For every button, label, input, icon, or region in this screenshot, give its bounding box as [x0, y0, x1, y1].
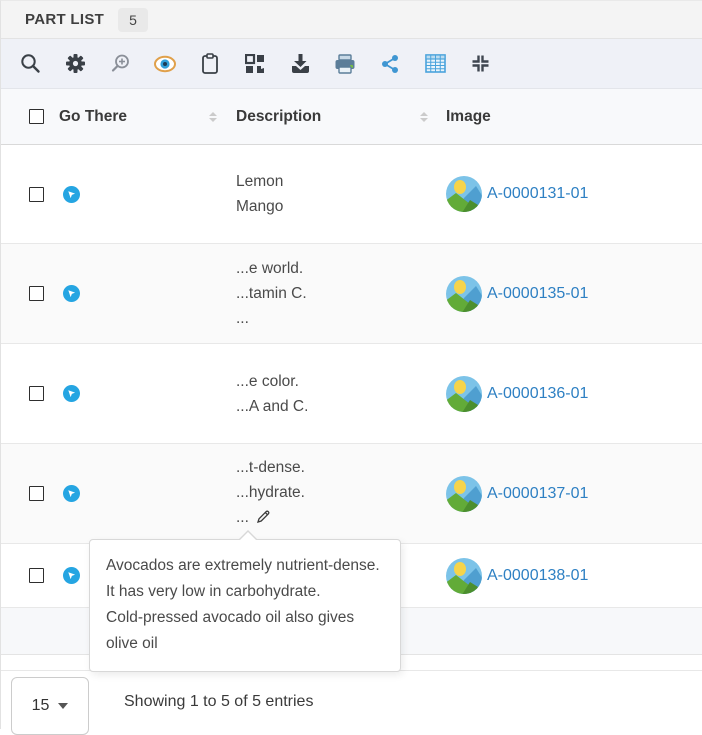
table-row: ...e world. ...tamin C. ... A-0000135-01: [1, 244, 702, 344]
image-thumbnail-icon[interactable]: [446, 376, 482, 412]
table-view-icon[interactable]: [421, 50, 449, 78]
chevron-down-icon: [58, 703, 68, 709]
description-cell: ...e color. ...A and C.: [236, 369, 308, 419]
image-link[interactable]: A-0000136-01: [487, 385, 588, 403]
image-link[interactable]: A-0000131-01: [487, 185, 588, 203]
description-cell: ...e world. ...tamin C. ...: [236, 256, 307, 331]
image-thumbnail-icon[interactable]: [446, 476, 482, 512]
image-thumbnail-icon[interactable]: [446, 558, 482, 594]
image-link[interactable]: A-0000137-01: [487, 485, 588, 503]
sort-icon[interactable]: [209, 112, 217, 122]
share-icon[interactable]: [376, 50, 404, 78]
description-tooltip: Avocados are extremely nutrient-dense. I…: [89, 539, 401, 672]
search-icon[interactable]: [16, 50, 44, 78]
row-checkbox[interactable]: [29, 286, 44, 301]
go-there-icon[interactable]: [63, 285, 80, 302]
description-cell: Lemon Mango: [236, 169, 283, 219]
print-icon[interactable]: [331, 50, 359, 78]
go-there-icon[interactable]: [63, 385, 80, 402]
download-icon[interactable]: [286, 50, 314, 78]
eye-visibility-icon[interactable]: [151, 50, 179, 78]
column-header-go-there[interactable]: Go There: [59, 108, 127, 126]
page-size-value: 15: [32, 697, 50, 715]
go-there-icon[interactable]: [63, 567, 80, 584]
go-there-icon[interactable]: [63, 186, 80, 203]
page-title: PART LIST: [25, 11, 104, 28]
column-header-image: Image: [446, 108, 491, 126]
column-header-description[interactable]: Description: [236, 108, 321, 126]
sort-icon[interactable]: [420, 112, 428, 122]
row-checkbox[interactable]: [29, 187, 44, 202]
image-link[interactable]: A-0000138-01: [487, 567, 588, 585]
edit-pencil-icon[interactable]: [256, 507, 271, 532]
panel-header: PART LIST 5: [1, 1, 702, 39]
row-checkbox[interactable]: [29, 568, 44, 583]
go-there-icon[interactable]: [63, 485, 80, 502]
count-badge: 5: [118, 8, 148, 32]
table-row: ...t-dense. ...hydrate. ... A-0000137-01: [1, 444, 702, 544]
image-thumbnail-icon[interactable]: [446, 176, 482, 212]
gear-icon[interactable]: [61, 50, 89, 78]
compress-icon[interactable]: [466, 50, 494, 78]
page-size-dropdown[interactable]: 15: [11, 677, 89, 735]
description-cell: ...t-dense. ...hydrate. ...: [236, 455, 305, 532]
image-thumbnail-icon[interactable]: [446, 276, 482, 312]
select-all-checkbox[interactable]: [29, 109, 44, 124]
zoom-in-icon[interactable]: [106, 50, 134, 78]
toolbar: [1, 39, 702, 89]
row-checkbox[interactable]: [29, 486, 44, 501]
clipboard-icon[interactable]: [196, 50, 224, 78]
table-row: Lemon Mango A-0000131-01: [1, 145, 702, 244]
qr-code-icon[interactable]: [241, 50, 269, 78]
entries-status-text: Showing 1 to 5 of 5 entries: [124, 693, 313, 711]
row-checkbox[interactable]: [29, 386, 44, 401]
part-list-panel: PART LIST 5: [0, 0, 702, 729]
image-link[interactable]: A-0000135-01: [487, 285, 588, 303]
pagination-footer: 15 Showing 1 to 5 of 5 entries: [1, 671, 702, 728]
table-row: ...e color. ...A and C. A-0000136-01: [1, 344, 702, 444]
table-header-row: Go There Description Image: [1, 89, 702, 145]
